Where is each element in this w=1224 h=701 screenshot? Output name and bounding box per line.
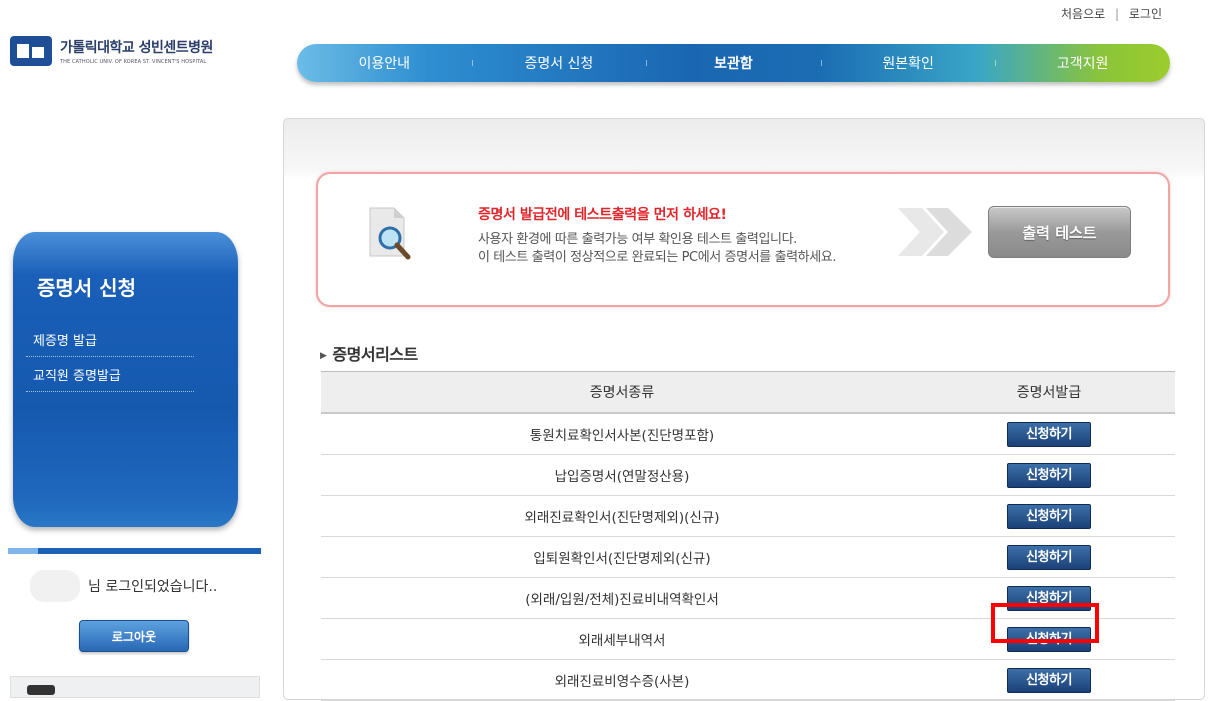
sidebar-panel: 증명서 신청 제증명 발급 교직원 증명발급: [13, 232, 238, 527]
table-row: 외래세부내역서 신청하기: [321, 618, 1175, 660]
apply-button[interactable]: 신청하기: [1007, 667, 1091, 693]
certificate-table: 증명서종류 증명서발급 통원치료확인서사본(진단명포함) 신청하기 납입증명서(…: [321, 371, 1175, 701]
certificate-name: (외래/입원/전체)진료비내역확인서: [321, 577, 923, 619]
sidebar-menu: 제증명 발급 교직원 증명발급: [26, 322, 194, 392]
certificate-name: 외래진료확인서(진단명제외)(신규): [321, 495, 923, 537]
sidebar-divider: [8, 548, 261, 554]
user-name-placeholder: [30, 570, 80, 602]
login-status-text: 님 로그인되었습니다..: [88, 579, 218, 595]
hospital-logo[interactable]: 가톨릭대학교 성빈센트병원 THE CATHOLIC UNIV. OF KORE…: [10, 36, 213, 66]
table-row: 외래진료확인서(진단명제외)(신규) 신청하기: [321, 495, 1175, 537]
table-row: 납입증명서(연말정산용) 신청하기: [321, 454, 1175, 496]
login-status: 님 로그인되었습니다..: [30, 570, 217, 602]
apply-button-highlighted[interactable]: 신청하기: [1007, 626, 1091, 652]
main-navigation: 이용안내 증명서 신청 보관함 원본확인 고객지원: [297, 44, 1170, 82]
logout-button[interactable]: 로그아웃: [79, 620, 189, 652]
sidebar-item-certificate-issue[interactable]: 제증명 발급: [26, 322, 194, 357]
table-row: (외래/입원/전체)진료비내역확인서 신청하기: [321, 577, 1175, 619]
nav-item-storage[interactable]: 보관함: [646, 53, 821, 73]
nav-item-certificate-request[interactable]: 증명서 신청: [471, 53, 647, 73]
top-links: 처음으로 | 로그인: [1061, 5, 1162, 22]
logo-name-english: THE CATHOLIC UNIV. OF KOREA ST. VINCENT'…: [60, 59, 207, 65]
notice-description-2: 이 테스트 출력이 정상적으로 완료되는 PC에서 증명서를 출력하세요.: [478, 250, 837, 265]
logo-name-korean: 가톨릭대학교 성빈센트병원: [60, 40, 213, 56]
banner-icon: [27, 685, 55, 695]
top-links-separator: |: [1115, 7, 1120, 21]
table-row: 통원치료확인서사본(진단명포함) 신청하기: [321, 413, 1175, 455]
document-search-icon: [369, 207, 411, 260]
certificate-name: 외래세부내역서: [321, 618, 923, 660]
certificate-name: 납입증명서(연말정산용): [321, 454, 923, 496]
column-header-issue: 증명서발급: [923, 371, 1175, 414]
certificate-name: 외래진료비영수증(사본): [321, 659, 923, 701]
double-chevron-right-icon: [898, 208, 972, 256]
triangle-bullet-icon: ▶: [320, 351, 327, 361]
print-test-button[interactable]: 출력 테스트: [988, 206, 1131, 258]
table-header-row: 증명서종류 증명서발급: [321, 371, 1175, 414]
test-print-notice: 증명서 발급전에 테스트출력을 먼저 하세요! 사용자 환경에 따른 출력가능 …: [316, 172, 1170, 307]
certificate-list-heading: ▶ 증명서리스트: [320, 341, 418, 365]
notice-description-1: 사용자 환경에 따른 출력가능 여부 확인용 테스트 출력입니다.: [478, 232, 797, 247]
table-row: 외래진료비영수증(사본) 신청하기: [321, 659, 1175, 701]
home-link[interactable]: 처음으로: [1061, 7, 1105, 21]
apply-button[interactable]: 신청하기: [1007, 462, 1091, 488]
notice-title: 증명서 발급전에 테스트출력을 먼저 하세요!: [478, 207, 727, 223]
table-row: 입퇴원확인서(진단명제외(신규) 신청하기: [321, 536, 1175, 578]
sidebar-item-staff-certificate[interactable]: 교직원 증명발급: [26, 357, 194, 392]
certificate-name: 입퇴원확인서(진단명제외(신규): [321, 536, 923, 578]
login-link[interactable]: 로그인: [1129, 7, 1162, 21]
nav-item-customer-support[interactable]: 고객지원: [995, 53, 1170, 73]
nav-item-original-check[interactable]: 원본확인: [820, 53, 996, 73]
nav-item-guide[interactable]: 이용안내: [297, 53, 472, 73]
certificate-list-title: 증명서리스트: [332, 345, 418, 364]
column-header-certificate-type: 증명서종류: [321, 371, 923, 414]
apply-button[interactable]: 신청하기: [1007, 421, 1091, 447]
certificate-name: 통원치료확인서사본(진단명포함): [321, 413, 923, 455]
apply-button[interactable]: 신청하기: [1007, 544, 1091, 570]
sidebar-title: 증명서 신청: [37, 276, 136, 300]
hospital-logo-icon: [10, 36, 52, 66]
apply-button[interactable]: 신청하기: [1007, 503, 1091, 529]
sidebar-bottom-banner[interactable]: [10, 676, 260, 698]
apply-button[interactable]: 신청하기: [1007, 585, 1091, 611]
